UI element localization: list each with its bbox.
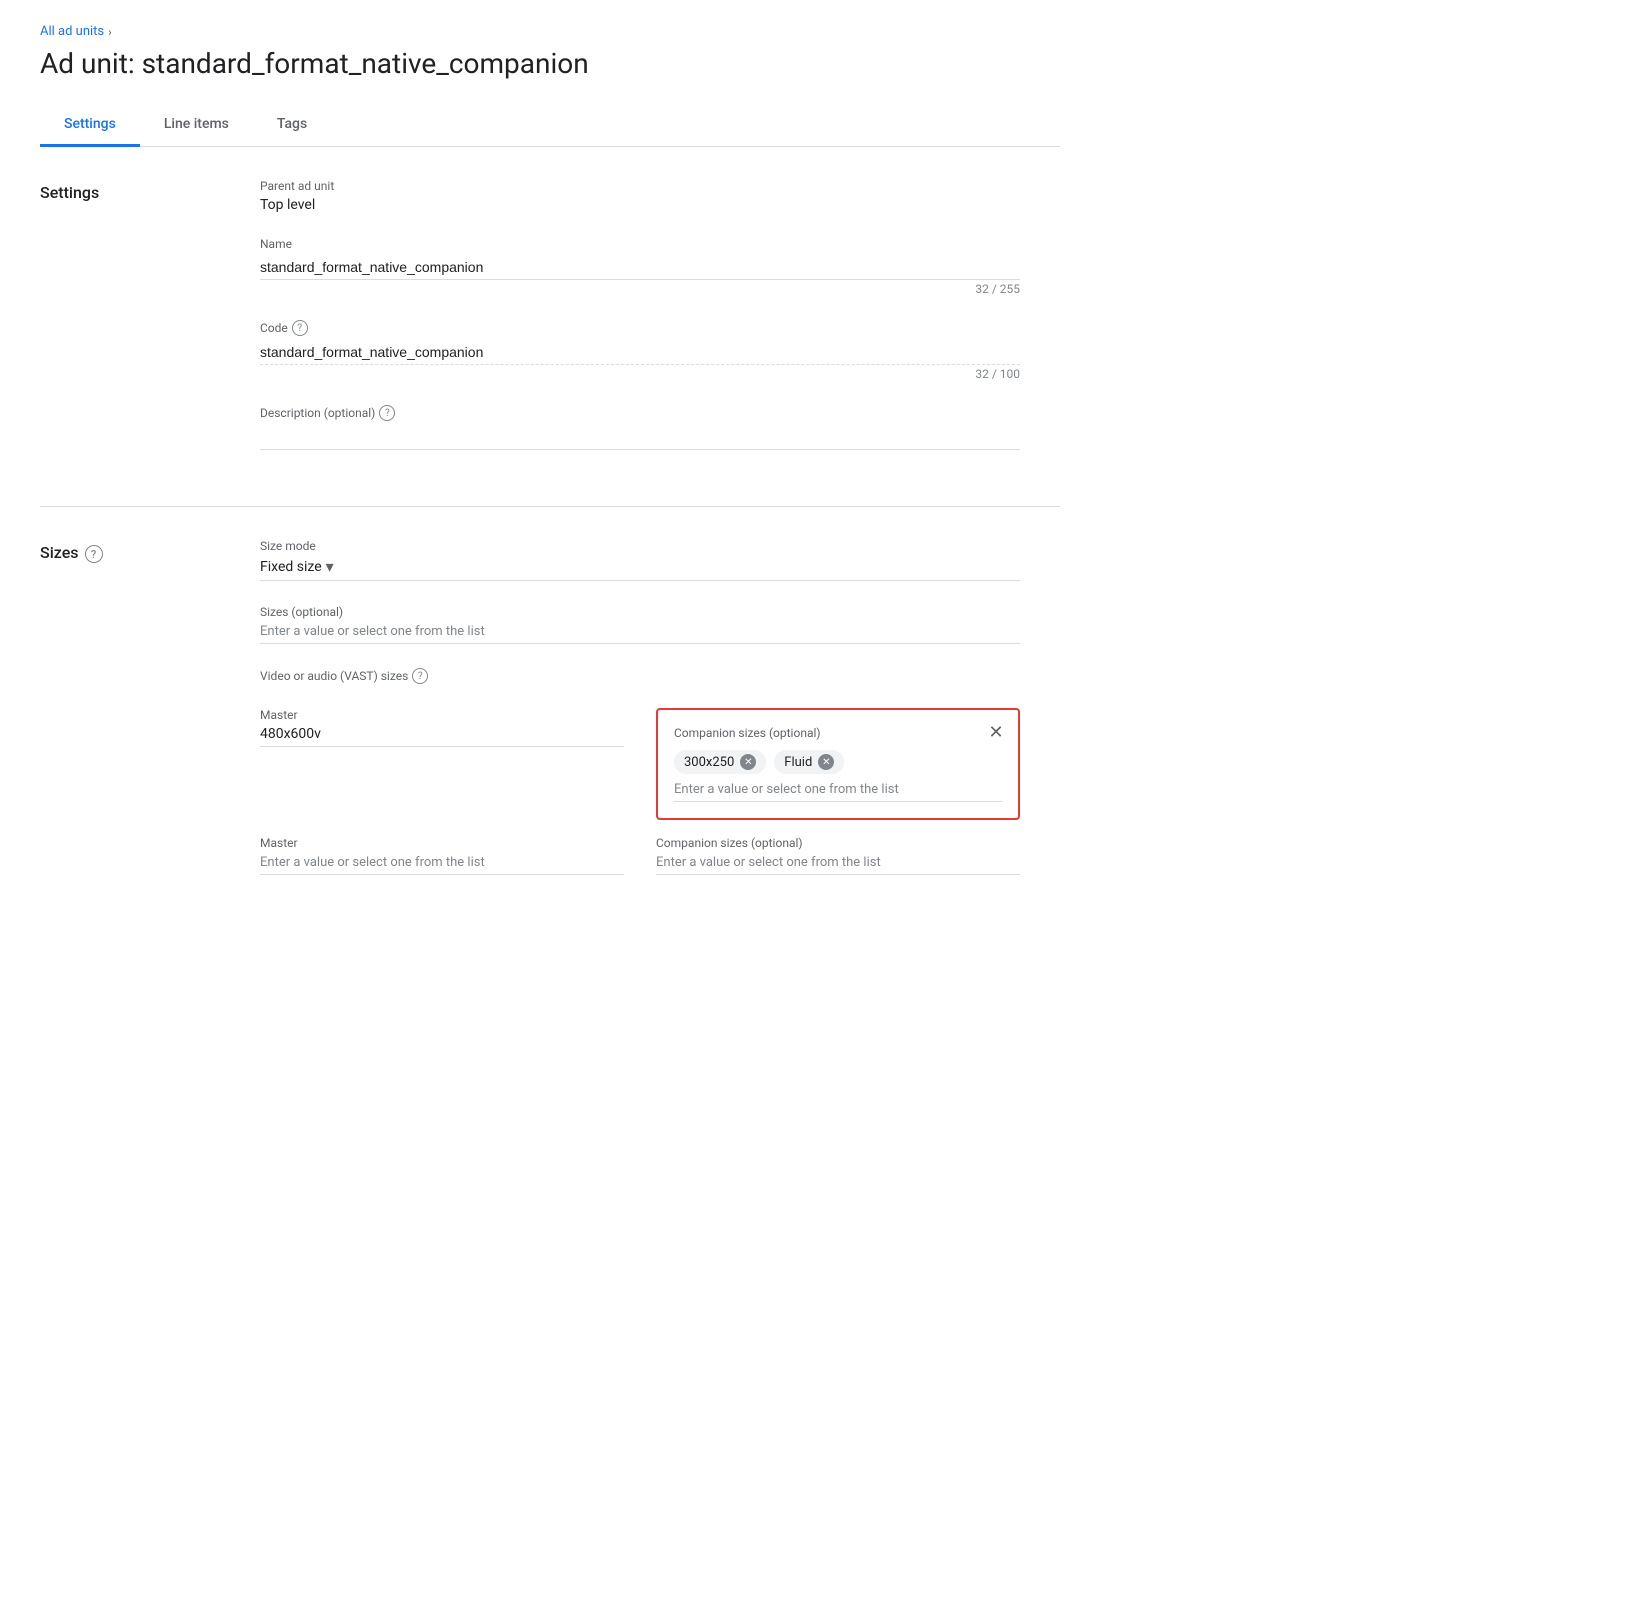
sizes-section-label: Sizes ? bbox=[40, 539, 260, 875]
master-second-label: Master bbox=[260, 836, 624, 850]
vast-help-icon[interactable]: ? bbox=[412, 668, 428, 684]
code-help-icon[interactable]: ? bbox=[292, 320, 308, 336]
vast-second-row: Master Enter a value or select one from … bbox=[260, 836, 1020, 875]
size-mode-value: Fixed size bbox=[260, 559, 322, 575]
name-field: Name 32 / 255 bbox=[260, 237, 1020, 296]
name-input[interactable] bbox=[260, 255, 1020, 280]
description-input[interactable] bbox=[260, 425, 1020, 450]
tag-close-fluid[interactable]: ✕ bbox=[818, 754, 834, 770]
code-field: Code ? 32 / 100 bbox=[260, 320, 1020, 381]
settings-section-label: Settings bbox=[40, 179, 260, 474]
companion-popup: Companion sizes (optional) 300x250 ✕ Flu… bbox=[656, 708, 1020, 820]
parent-ad-unit-label: Parent ad unit bbox=[260, 179, 1020, 193]
vast-label: Video or audio (VAST) sizes ? bbox=[260, 668, 1020, 684]
companion-popup-input[interactable]: Enter a value or select one from the lis… bbox=[674, 782, 1002, 802]
description-help-icon[interactable]: ? bbox=[379, 405, 395, 421]
description-label: Description (optional) ? bbox=[260, 405, 1020, 421]
code-counter: 32 / 100 bbox=[260, 367, 1020, 381]
size-mode-dropdown[interactable]: Fixed size ▾ bbox=[260, 557, 1020, 581]
page-title: Ad unit: standard_format_native_companio… bbox=[40, 47, 1060, 80]
companion-popup-col: Companion sizes (optional) 300x250 ✕ Flu… bbox=[656, 708, 1020, 820]
tabs-container: Settings Line items Tags bbox=[40, 104, 1060, 147]
name-label: Name bbox=[260, 237, 1020, 251]
master-second-col: Master Enter a value or select one from … bbox=[260, 836, 624, 875]
master-first-value: 480x600v bbox=[260, 726, 624, 742]
tab-line-items[interactable]: Line items bbox=[140, 104, 253, 147]
companion-second-col: Companion sizes (optional) Enter a value… bbox=[656, 836, 1020, 875]
master-second-placeholder[interactable]: Enter a value or select one from the lis… bbox=[260, 855, 485, 870]
companion-second-placeholder[interactable]: Enter a value or select one from the lis… bbox=[656, 855, 881, 870]
companion-tags-container: 300x250 ✕ Fluid ✕ bbox=[674, 750, 1002, 774]
tag-close-300x250[interactable]: ✕ bbox=[740, 754, 756, 770]
vast-first-row: Master 480x600v Companion sizes (optiona… bbox=[260, 708, 1020, 820]
size-mode-field: Size mode Fixed size ▾ bbox=[260, 539, 1020, 581]
master-first-label: Master bbox=[260, 708, 624, 722]
vast-label-field: Video or audio (VAST) sizes ? bbox=[260, 668, 1020, 684]
companion-tag-fluid: Fluid ✕ bbox=[774, 750, 844, 774]
breadcrumb-chevron-icon: › bbox=[108, 25, 112, 39]
settings-section: Settings Parent ad unit Top level Name 3… bbox=[40, 147, 1060, 507]
dropdown-arrow-icon: ▾ bbox=[326, 557, 334, 576]
master-first-col: Master 480x600v bbox=[260, 708, 624, 763]
sizes-section: Sizes ? Size mode Fixed size ▾ Sizes (op… bbox=[40, 507, 1060, 907]
companion-second-label: Companion sizes (optional) bbox=[656, 836, 1020, 850]
code-label: Code ? bbox=[260, 320, 1020, 336]
tag-label-300x250: 300x250 bbox=[684, 755, 734, 770]
parent-ad-unit-value: Top level bbox=[260, 197, 1020, 213]
sizes-placeholder[interactable]: Enter a value or select one from the lis… bbox=[260, 624, 485, 639]
settings-fields: Parent ad unit Top level Name 32 / 255 C… bbox=[260, 179, 1020, 474]
code-input[interactable] bbox=[260, 340, 1020, 365]
tab-settings[interactable]: Settings bbox=[40, 104, 140, 147]
breadcrumb-label: All ad units bbox=[40, 24, 104, 39]
tab-tags[interactable]: Tags bbox=[253, 104, 331, 147]
sizes-fields: Size mode Fixed size ▾ Sizes (optional) … bbox=[260, 539, 1020, 875]
companion-popup-title: Companion sizes (optional) bbox=[674, 726, 1002, 740]
size-mode-label: Size mode bbox=[260, 539, 1020, 553]
name-counter: 32 / 255 bbox=[260, 282, 1020, 296]
description-field: Description (optional) ? bbox=[260, 405, 1020, 450]
sizes-help-icon[interactable]: ? bbox=[85, 545, 103, 563]
sizes-optional-label: Sizes (optional) bbox=[260, 605, 1020, 619]
parent-ad-unit-field: Parent ad unit Top level bbox=[260, 179, 1020, 213]
companion-tag-300x250: 300x250 ✕ bbox=[674, 750, 766, 774]
tag-label-fluid: Fluid bbox=[784, 755, 812, 770]
sizes-optional-field: Sizes (optional) Enter a value or select… bbox=[260, 605, 1020, 644]
companion-popup-close-button[interactable]: ✕ bbox=[982, 718, 1010, 746]
breadcrumb[interactable]: All ad units › bbox=[40, 24, 1060, 39]
